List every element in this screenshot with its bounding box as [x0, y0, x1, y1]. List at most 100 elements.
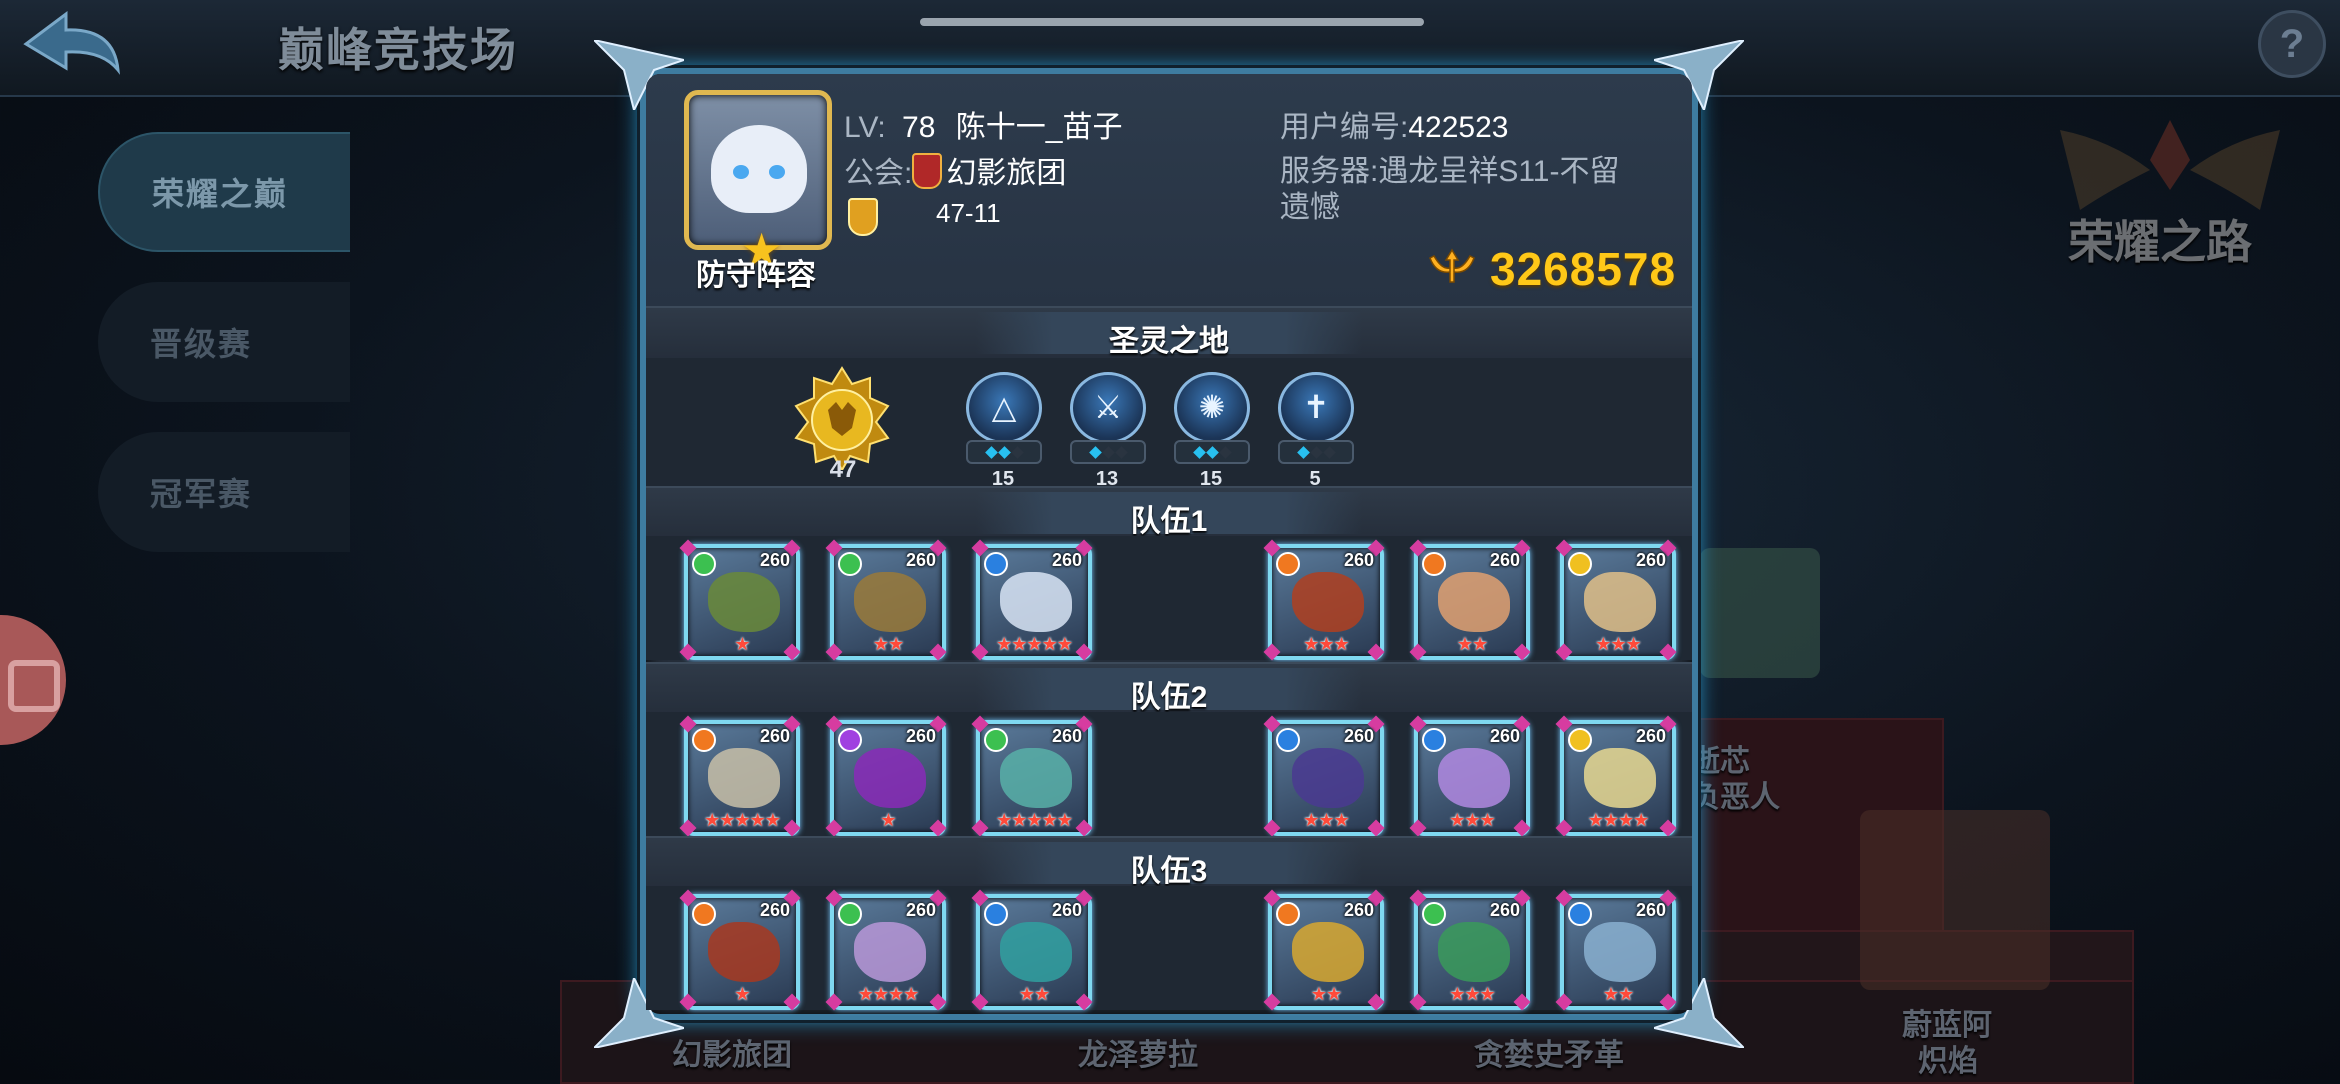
pet-card[interactable]: 260 ★★	[971, 889, 1093, 1011]
tab-champion[interactable]: 冠军赛	[98, 432, 350, 552]
tab-promotion[interactable]: 晋级赛	[98, 282, 350, 402]
pet-card[interactable]: 260 ★★	[1409, 539, 1531, 661]
star-rating: ★★★	[1303, 810, 1349, 830]
card-corner-gem	[679, 539, 697, 557]
pet-level: 260	[1343, 726, 1374, 746]
pet-card[interactable]: 260 ★★	[1263, 889, 1385, 1011]
dragon-portrait-icon	[1292, 572, 1364, 632]
star-rating: ★★	[1602, 984, 1634, 1004]
card-corner-gem	[1263, 715, 1281, 733]
pet-level: 260	[1343, 900, 1374, 920]
pet-card[interactable]: 260 ★★★★★	[971, 539, 1093, 661]
pet-level: 260	[905, 550, 936, 570]
pet-level: 260	[1635, 900, 1666, 920]
star-rating: ★	[734, 634, 750, 654]
card-corner-gem	[825, 889, 843, 907]
pet-card[interactable]: 260 ★★★★	[1555, 715, 1677, 837]
wind-element-icon	[838, 552, 862, 576]
star-rating: ★★★	[1595, 634, 1641, 654]
floating-side-button[interactable]	[0, 615, 66, 745]
medal-level: 47	[829, 456, 857, 483]
pet-level: 260	[759, 726, 790, 746]
fire-element-icon	[1276, 902, 1300, 926]
pip-icon	[1309, 445, 1323, 459]
user-id-value: 422523	[1408, 111, 1509, 144]
bg-player-name: 幻影旅团	[672, 1039, 792, 1072]
card-corner-gem	[1263, 539, 1281, 557]
pip-icon	[1010, 445, 1024, 459]
team-row: 260 ★★★★★ 260 ★ 260 ★★★★★ 260 ★★★ 260 ★★★ 260 ★★★★	[646, 712, 1692, 837]
pet-level: 260	[1489, 550, 1520, 570]
team-row: 260 ★ 260 ★★ 260 ★★★★★ 260 ★★★ 260 ★★ 260 ★★★	[646, 536, 1692, 661]
dragon-portrait-icon	[854, 572, 926, 632]
water-element-icon	[984, 552, 1008, 576]
card-corner-gem	[825, 539, 843, 557]
dragon-portrait-icon	[1584, 572, 1656, 632]
wind-element-icon	[838, 902, 862, 926]
team-title: 队伍2	[1130, 681, 1208, 714]
pet-card[interactable]: 260 ★	[679, 889, 801, 1011]
pet-level: 260	[1343, 550, 1374, 570]
bg-player-name: 炽焰	[1918, 1045, 1978, 1078]
pet-card[interactable]: 260 ★★★	[1409, 889, 1531, 1011]
rank-badge-icon	[848, 198, 878, 236]
pet-level: 260	[1051, 550, 1082, 570]
page-title: 巅峰竞技场	[278, 24, 518, 76]
pet-card[interactable]: 260 ★★★	[1263, 715, 1385, 837]
pet-card[interactable]: 260 ★★	[1555, 889, 1677, 1011]
chest-icon	[8, 660, 60, 712]
pip-icon	[1114, 445, 1128, 459]
power-value: 3268578	[1490, 243, 1677, 295]
pet-card[interactable]: 260 ★★★	[1409, 715, 1531, 837]
pip-icon	[1101, 445, 1115, 459]
card-corner-gem	[1409, 539, 1427, 557]
star-rating: ★★	[1456, 634, 1488, 654]
player-name: 陈十一_苗子	[955, 111, 1123, 144]
defense-lineup-modal: ★ 防守阵容 LV: 78 陈十一_苗子 公会: 幻影旅团 47-11 用户编号:…	[594, 40, 1744, 1048]
spirit-skill[interactable]: △ 15	[966, 372, 1042, 491]
skill-level-pips	[1278, 440, 1354, 464]
tab-glory-peak[interactable]: 荣耀之巅	[98, 132, 350, 252]
pet-card[interactable]: 260 ★★	[825, 539, 947, 661]
fire-element-icon	[692, 728, 716, 752]
pet-level: 260	[1489, 726, 1520, 746]
shield-triangle-icon: △	[966, 372, 1042, 444]
card-corner-gem	[971, 715, 989, 733]
player-avatar[interactable]: ★	[684, 90, 832, 273]
pet-card[interactable]: 260 ★	[825, 715, 947, 837]
light-element-icon	[1568, 552, 1592, 576]
spirit-skill[interactable]: ✝ 5	[1278, 372, 1354, 491]
level-row: LV: 78 陈十一_苗子	[844, 102, 1122, 146]
pip-icon	[984, 445, 998, 459]
pet-card[interactable]: 260 ★★★★	[825, 889, 947, 1011]
pet-card[interactable]: 260 ★★★	[1555, 539, 1677, 661]
pet-level: 260	[1051, 900, 1082, 920]
spirit-land-header: 圣灵之地	[646, 306, 1692, 360]
pip-icon	[1218, 445, 1232, 459]
pet-card[interactable]: 260 ★★★	[1263, 539, 1385, 661]
skill-level-pips	[1070, 440, 1146, 464]
team-header: 队伍2	[646, 662, 1692, 716]
guild-name: 幻影旅团	[946, 157, 1067, 190]
spirit-skill[interactable]: ✺ 15	[1174, 372, 1250, 491]
dragon-medal-icon[interactable]	[790, 366, 894, 470]
back-arrow-icon[interactable]	[18, 6, 128, 86]
pet-card[interactable]: 260 ★★★★★	[971, 715, 1093, 837]
star-rating: ★★	[872, 634, 904, 654]
card-corner-gem	[971, 889, 989, 907]
dragon-portrait-icon	[1292, 748, 1364, 808]
pet-card[interactable]: 260 ★	[679, 539, 801, 661]
guild-badge-icon	[912, 153, 943, 189]
pet-card[interactable]: 260 ★★★★★	[679, 715, 801, 837]
help-button[interactable]: ?	[2258, 10, 2326, 78]
dragon-portrait-icon	[1292, 922, 1364, 982]
card-corner-gem	[1555, 889, 1573, 907]
spirit-skill[interactable]: ⚔ 13	[1070, 372, 1146, 491]
fire-element-icon	[1422, 552, 1446, 576]
pip-icon	[1205, 445, 1219, 459]
dragon-portrait-icon	[1000, 922, 1072, 982]
guild-row: 公会: 幻影旅团	[844, 148, 1066, 192]
avatar-eye	[733, 165, 749, 179]
star-rating: ★★★★★	[996, 634, 1073, 654]
skill-level-pips	[966, 440, 1042, 464]
